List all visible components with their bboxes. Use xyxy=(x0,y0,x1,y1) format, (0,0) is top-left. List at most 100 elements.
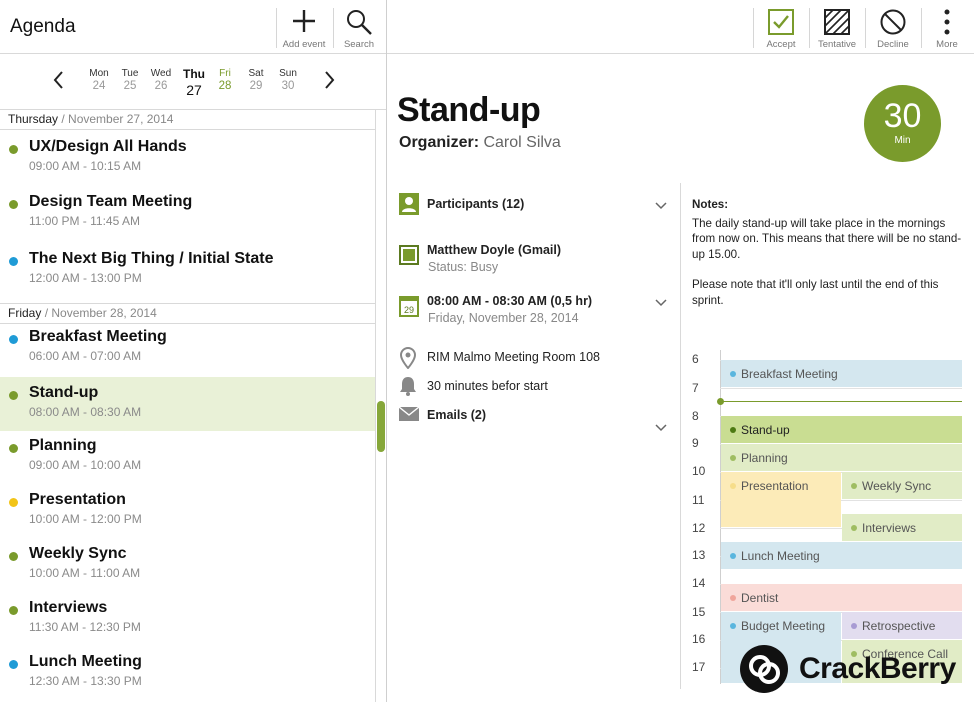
scrollbar-track xyxy=(375,110,376,702)
hour-gridline xyxy=(720,388,962,389)
crackberry-watermark: CrackBerry xyxy=(739,644,969,694)
more-button[interactable]: More xyxy=(923,0,971,54)
toolbar-divider xyxy=(809,8,810,48)
event-color-dot xyxy=(851,623,857,629)
person-icon xyxy=(399,193,419,220)
search-button[interactable]: Search xyxy=(335,0,383,54)
event-color-dot xyxy=(9,391,18,400)
day-fri-selected[interactable]: Fri 28 xyxy=(209,68,241,92)
chevron-down-icon xyxy=(655,202,667,210)
calendar-event-dentist[interactable]: Dentist xyxy=(721,584,962,612)
add-event-button[interactable]: Add event xyxy=(278,0,330,54)
accept-button[interactable]: Accept xyxy=(755,0,807,54)
chevron-down-icon xyxy=(655,424,667,432)
calendar-event-lunch-meeting[interactable]: Lunch Meeting xyxy=(721,542,962,570)
hour-label: 12 xyxy=(692,521,706,535)
calendar-event-interviews[interactable]: Interviews xyxy=(842,514,962,542)
calendar-icon: 29 xyxy=(399,295,419,322)
organizer: Organizer: Carol Silva xyxy=(399,134,561,151)
list-item[interactable]: Weekly Sync 10:00 AM - 11:00 AM xyxy=(0,538,376,592)
tentative-button[interactable]: Tentative xyxy=(811,0,863,54)
hour-label: 16 xyxy=(692,632,706,646)
plus-icon xyxy=(292,9,316,36)
duration-badge: 30 Min xyxy=(864,85,941,162)
calendar-event-planning[interactable]: Planning xyxy=(721,444,962,472)
list-item[interactable]: Breakfast Meeting 06:00 AM - 07:00 AM xyxy=(0,321,376,375)
crackberry-logo-icon xyxy=(740,645,788,693)
attendee-row[interactable]: Matthew Doyle (Gmail) Status: Busy xyxy=(387,243,677,277)
calendar-event-retrospective[interactable]: Retrospective xyxy=(842,612,962,640)
day-mon[interactable]: Mon 24 xyxy=(83,68,115,92)
tentative-label: Tentative xyxy=(817,39,857,50)
toolbar-divider xyxy=(921,8,922,48)
bell-icon xyxy=(399,376,417,401)
list-item[interactable]: Presentation 10:00 AM - 12:00 PM xyxy=(0,484,376,538)
list-item[interactable]: Planning 09:00 AM - 10:00 AM xyxy=(0,430,376,484)
search-label: Search xyxy=(343,39,375,50)
day-thu-today[interactable]: Thu 27 xyxy=(178,67,210,98)
chevron-right-icon xyxy=(325,71,335,89)
app-title: Agenda xyxy=(10,16,76,37)
list-item[interactable]: Interviews 11:30 AM - 12:30 PM xyxy=(0,592,376,646)
day-sun[interactable]: Sun 30 xyxy=(272,68,304,92)
location-row[interactable]: RIM Malmo Meeting Room 108 xyxy=(387,346,677,370)
list-item[interactable]: Lunch Meeting 12:30 AM - 13:30 PM xyxy=(0,646,376,700)
next-week-button[interactable] xyxy=(316,68,340,92)
event-title: Stand-up xyxy=(397,91,541,129)
calendar-event-weekly-sync[interactable]: Weekly Sync xyxy=(842,472,962,500)
event-color-dot xyxy=(9,498,18,507)
event-color-dot xyxy=(9,145,18,154)
event-toolbar: Accept Tentative Decline More xyxy=(387,0,974,54)
hour-label: 10 xyxy=(692,464,706,478)
notes-paragraph: Please note that it'll only last until t… xyxy=(692,278,939,307)
day-calendar: 6 7 8 9 10 11 12 13 14 15 16 17 Breakfas… xyxy=(687,350,963,690)
add-event-label: Add event xyxy=(282,39,326,50)
participants-row[interactable]: Participants (12) xyxy=(387,193,677,217)
event-color-dot xyxy=(730,483,736,489)
emails-row[interactable]: Emails (2) xyxy=(387,405,677,432)
search-icon xyxy=(346,9,372,38)
hour-label: 11 xyxy=(692,493,705,507)
agenda-pane: Agenda Add event Search Mon 24 Tue 25 Wed 2… xyxy=(0,0,387,702)
event-color-dot xyxy=(9,660,18,669)
reminder-row[interactable]: 30 minutes befor start xyxy=(387,376,677,398)
more-label: More xyxy=(936,39,958,50)
event-detail-pane: Accept Tentative Decline More Stand-up O… xyxy=(387,0,974,702)
event-color-dot xyxy=(9,606,18,615)
hour-label: 15 xyxy=(692,605,706,619)
agenda-toolbar: Agenda Add event Search xyxy=(0,0,386,54)
more-vertical-icon xyxy=(943,9,951,38)
calendar-event-breakfast-meeting[interactable]: Breakfast Meeting xyxy=(721,360,962,388)
list-item[interactable]: Design Team Meeting 11:00 PM - 11:45 AM xyxy=(0,186,376,240)
time-row[interactable]: 29 08:00 AM - 08:30 AM (0,5 hr) Friday, … xyxy=(387,294,677,328)
calendar-event-stand-up[interactable]: Stand-up xyxy=(721,416,962,444)
location-pin-icon xyxy=(399,346,417,374)
day-wed[interactable]: Wed 26 xyxy=(145,68,177,92)
event-color-dot xyxy=(9,335,18,344)
list-item-selected[interactable]: Stand-up 08:00 AM - 08:30 AM xyxy=(0,377,376,431)
current-time-line xyxy=(720,401,962,402)
day-tue[interactable]: Tue 25 xyxy=(114,68,146,92)
chevron-left-icon xyxy=(53,71,63,89)
hatched-square-icon xyxy=(824,9,850,38)
scrollbar-thumb[interactable] xyxy=(377,401,385,452)
list-item[interactable]: UX/Design All Hands 09:00 AM - 10:15 AM xyxy=(0,131,376,185)
hour-label: 9 xyxy=(692,436,699,450)
event-color-dot xyxy=(730,553,736,559)
hour-label: 13 xyxy=(692,548,706,562)
event-color-dot xyxy=(9,444,18,453)
list-item[interactable]: The Next Big Thing / Initial State 12:00… xyxy=(0,243,376,297)
status-square-icon xyxy=(399,245,419,270)
section-header-thursday: Thursday / November 27, 2014 xyxy=(0,110,376,130)
toolbar-divider xyxy=(333,8,334,48)
event-color-dot xyxy=(9,257,18,266)
event-color-dot xyxy=(730,371,736,377)
event-color-dot xyxy=(730,427,736,433)
decline-button[interactable]: Decline xyxy=(867,0,919,54)
calendar-event-presentation[interactable]: Presentation xyxy=(721,472,841,528)
event-color-dot xyxy=(9,552,18,561)
hour-label: 7 xyxy=(692,381,699,395)
day-sat[interactable]: Sat 29 xyxy=(240,68,272,92)
previous-week-button[interactable] xyxy=(48,68,72,92)
chevron-down-icon xyxy=(655,299,667,307)
